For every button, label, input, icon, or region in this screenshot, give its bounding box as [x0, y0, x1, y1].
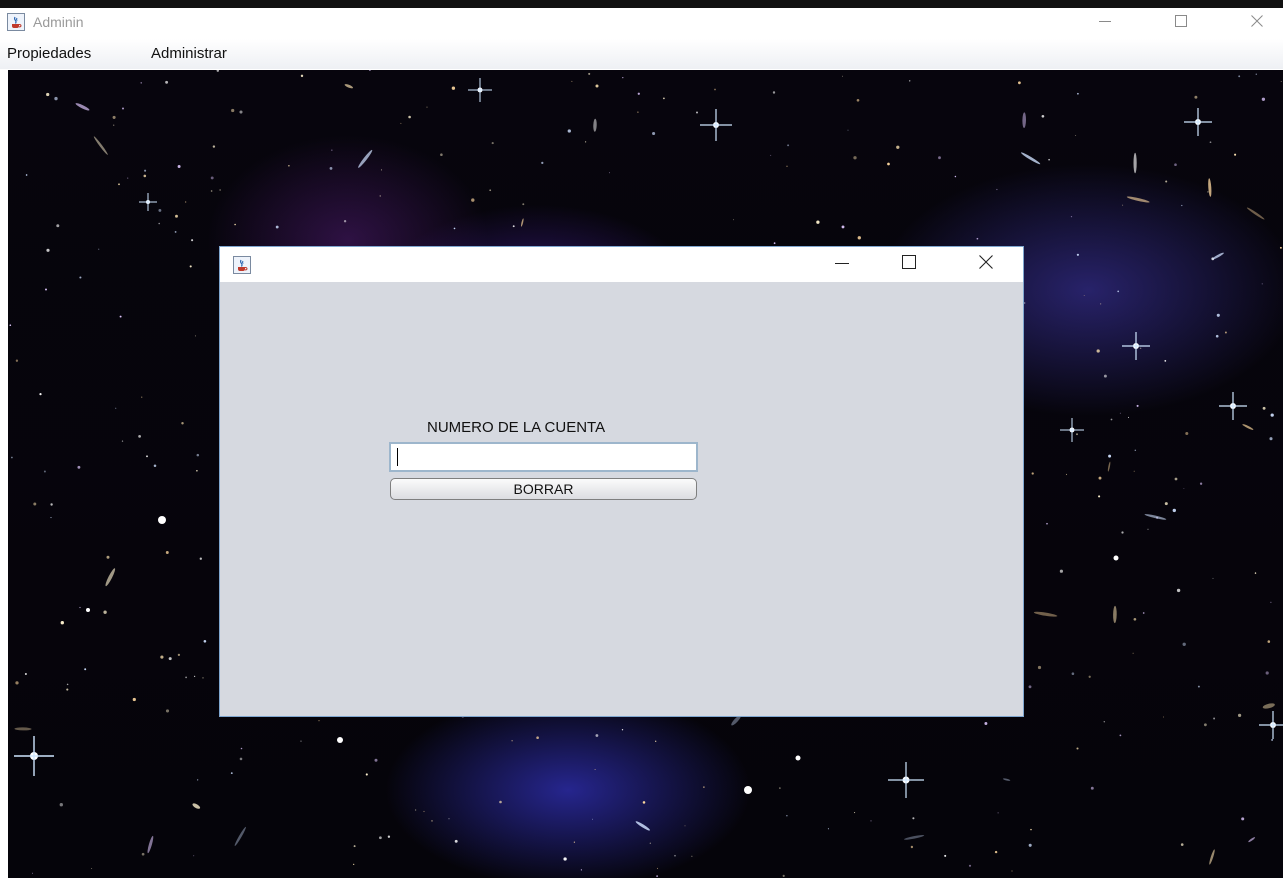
internal-frame-close-button[interactable] — [963, 247, 1009, 282]
title-bar[interactable]: Adminin — [0, 8, 1283, 39]
internal-frame: NUMERO DE LA CUENTA BORRAR — [219, 246, 1024, 717]
account-number-label: NUMERO DE LA CUENTA — [427, 419, 606, 436]
minimize-icon — [1098, 14, 1112, 33]
menu-bar: Propiedades Administrar — [0, 39, 1283, 69]
screen: Adminin Propiedades Administrar NUMERO D… — [0, 0, 1283, 878]
account-number-input[interactable] — [389, 442, 698, 472]
internal-frame-minimize-button[interactable] — [819, 247, 865, 282]
java-cup-icon — [7, 13, 25, 31]
internal-frame-title-bar[interactable] — [220, 247, 1023, 282]
delete-button[interactable]: BORRAR — [390, 478, 697, 500]
menu-administrar[interactable]: Administrar — [151, 45, 227, 62]
internal-frame-maximize-button[interactable] — [886, 247, 932, 282]
maximize-icon — [901, 254, 917, 275]
maximize-button[interactable] — [1158, 8, 1204, 39]
minimize-icon — [834, 254, 850, 275]
close-button[interactable] — [1234, 8, 1280, 39]
text-caret — [397, 448, 398, 466]
maximize-icon — [1174, 14, 1188, 33]
top-strip — [0, 0, 1283, 8]
window-title: Adminin — [33, 14, 84, 30]
close-icon — [978, 254, 994, 275]
java-cup-icon — [233, 256, 251, 274]
minimize-button[interactable] — [1082, 8, 1128, 39]
menu-propiedades[interactable]: Propiedades — [7, 45, 91, 62]
close-icon — [1250, 14, 1264, 33]
